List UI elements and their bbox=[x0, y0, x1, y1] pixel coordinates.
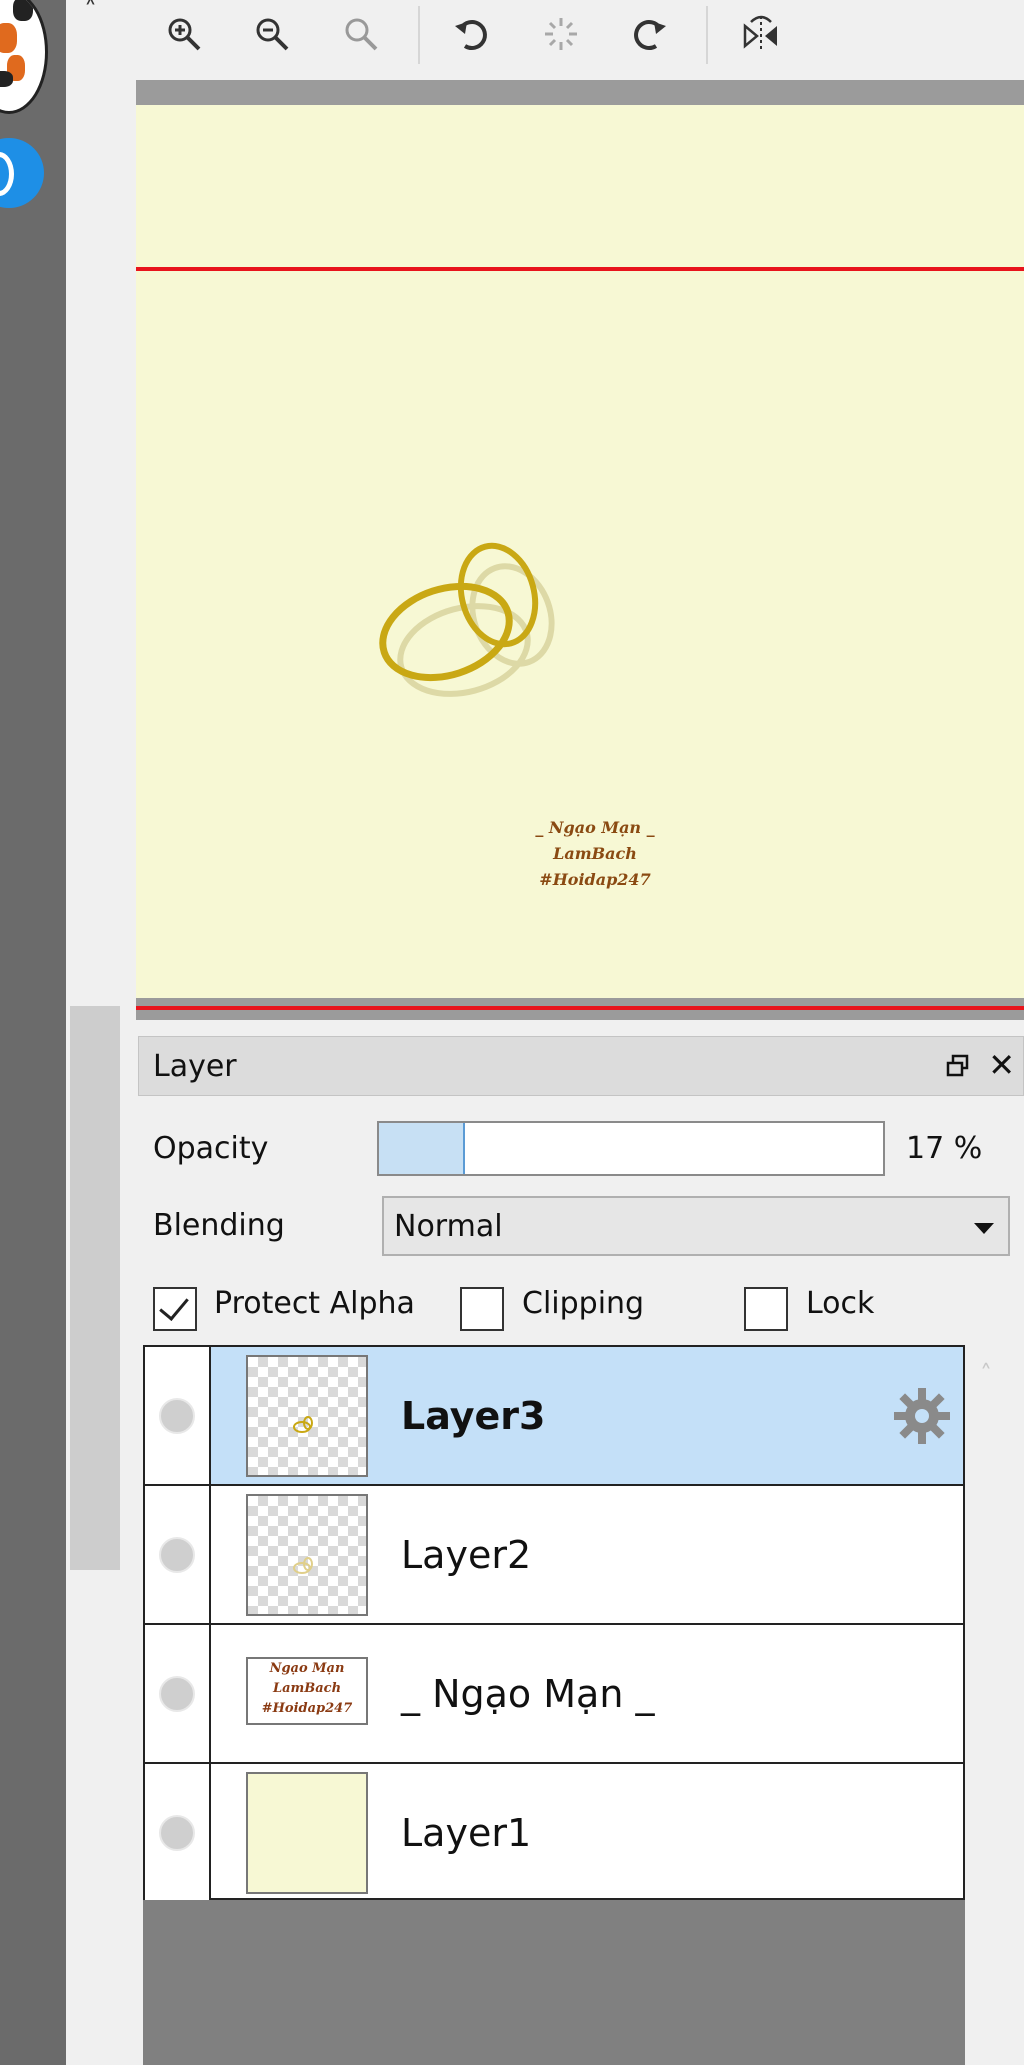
mascot-avatar-icon[interactable] bbox=[0, 0, 48, 114]
blending-select[interactable]: Normal bbox=[382, 1196, 1010, 1256]
visibility-toggle[interactable] bbox=[145, 1625, 211, 1762]
rotate-right-button[interactable] bbox=[625, 8, 675, 60]
visibility-dot-icon bbox=[159, 1398, 195, 1434]
zoom-out-icon bbox=[256, 18, 289, 51]
list-scroll-up-icon[interactable]: ˄ bbox=[980, 1360, 992, 1388]
layer-row-main[interactable]: Layer1 bbox=[211, 1764, 963, 1901]
lock-label: Lock bbox=[806, 1286, 875, 1321]
protect-alpha-label: Protect Alpha bbox=[214, 1286, 415, 1321]
zoom-in-button[interactable] bbox=[159, 8, 209, 60]
canvas-watermark-text: _ Ngạo Mạn _ LamBach #Hoidap247 bbox=[520, 815, 670, 893]
lock-checkbox[interactable] bbox=[744, 1287, 788, 1331]
flip-horizontal-icon bbox=[743, 15, 777, 52]
collapse-chevron-icon[interactable]: ˄ bbox=[84, 0, 97, 24]
layer-row-main[interactable]: Layer3 bbox=[211, 1347, 963, 1484]
rotate-reset-button[interactable] bbox=[536, 8, 586, 60]
checkmark-icon bbox=[159, 1290, 189, 1321]
panel-title: Layer bbox=[153, 1049, 237, 1084]
visibility-dot-icon bbox=[159, 1537, 195, 1573]
visibility-toggle[interactable] bbox=[145, 1347, 211, 1484]
layer-thumbnail bbox=[246, 1494, 368, 1616]
blending-label: Blending bbox=[153, 1208, 285, 1243]
layer-thumbnail bbox=[246, 1772, 368, 1894]
rotate-reset-icon bbox=[545, 18, 577, 50]
visibility-dot-icon bbox=[159, 1815, 195, 1851]
rotate-left-icon bbox=[455, 20, 487, 50]
layer-list-empty-area bbox=[143, 1900, 965, 2065]
zoom-in-icon bbox=[168, 18, 201, 51]
layer-row-layer3[interactable]: Layer3 bbox=[145, 1347, 963, 1486]
clipping-label: Clipping bbox=[522, 1286, 645, 1321]
watermark-line: _ Ngạo Mạn _ bbox=[535, 818, 655, 837]
scrollbar-thumb[interactable] bbox=[70, 1006, 120, 1570]
layer-row-text[interactable]: Ngạo Mạn LamBach #Hoidap247 _ Ngạo Mạn _ bbox=[145, 1625, 963, 1764]
layer-row-main[interactable]: Ngạo Mạn LamBach #Hoidap247 _ Ngạo Mạn _ bbox=[211, 1625, 963, 1762]
protect-alpha-checkbox[interactable] bbox=[153, 1287, 197, 1331]
zoom-reset-button[interactable] bbox=[336, 8, 386, 60]
layer-thumbnail: Ngạo Mạn LamBach #Hoidap247 bbox=[246, 1657, 368, 1725]
guide-line-top bbox=[136, 267, 1024, 271]
chevron-down-icon bbox=[974, 1223, 994, 1234]
opacity-slider-fill bbox=[379, 1123, 465, 1174]
opacity-slider[interactable] bbox=[377, 1121, 885, 1176]
opacity-label: Opacity bbox=[153, 1131, 269, 1166]
visibility-dot-icon bbox=[159, 1676, 195, 1712]
opacity-value: 17 % bbox=[906, 1131, 983, 1166]
close-icon[interactable]: ✕ bbox=[988, 1047, 1015, 1083]
layer-row-layer2[interactable]: Layer2 bbox=[145, 1486, 963, 1625]
blending-select-value: Normal bbox=[394, 1209, 503, 1244]
rotate-left-button[interactable] bbox=[446, 8, 496, 60]
watermark-line: LamBach bbox=[553, 844, 637, 863]
toolbar-separator bbox=[418, 6, 420, 64]
thumbnail-text-line: Ngạo Mạn bbox=[269, 1661, 345, 1676]
layer-panel-header: Layer ✕ bbox=[138, 1036, 1024, 1096]
rotate-right-icon bbox=[634, 20, 666, 50]
visibility-toggle[interactable] bbox=[145, 1764, 211, 1901]
layer-name: _ Ngạo Mạn _ bbox=[401, 1672, 655, 1716]
guide-line-bottom bbox=[136, 1006, 1024, 1010]
watermark-line: #Hoidap247 bbox=[539, 870, 651, 889]
layer-thumbnail bbox=[246, 1355, 368, 1477]
visibility-toggle[interactable] bbox=[145, 1486, 211, 1623]
sketch-thumbnail-icon bbox=[293, 1416, 313, 1433]
canvas-toolbar bbox=[136, 0, 1024, 80]
zoom-reset-icon bbox=[345, 18, 378, 51]
thumbnail-text-line: #Hoidap247 bbox=[261, 1701, 353, 1716]
restore-window-icon[interactable] bbox=[945, 1053, 971, 1079]
zoom-out-button[interactable] bbox=[247, 8, 297, 60]
clipping-checkbox[interactable] bbox=[460, 1287, 504, 1331]
refresh-icon bbox=[0, 152, 14, 196]
layer-row-main[interactable]: Layer2 bbox=[211, 1486, 963, 1623]
flip-horizontal-button[interactable] bbox=[736, 8, 786, 60]
sketch-thumbnail-icon bbox=[293, 1557, 313, 1574]
blue-circle-button[interactable] bbox=[0, 138, 44, 208]
toolbar-separator bbox=[706, 6, 708, 64]
layer-name: Layer3 bbox=[401, 1394, 546, 1438]
layer-name: Layer2 bbox=[401, 1533, 532, 1577]
layer-list: Layer3 Layer2 Ngạo Mạn LamBach #Hoidap24… bbox=[143, 1345, 965, 1903]
gear-icon[interactable] bbox=[889, 1383, 955, 1449]
layer-row-layer1[interactable]: Layer1 bbox=[145, 1764, 963, 1903]
left-app-bar bbox=[0, 0, 66, 2065]
layer-name: Layer1 bbox=[401, 1811, 532, 1855]
thumbnail-text-line: LamBach bbox=[272, 1681, 342, 1696]
